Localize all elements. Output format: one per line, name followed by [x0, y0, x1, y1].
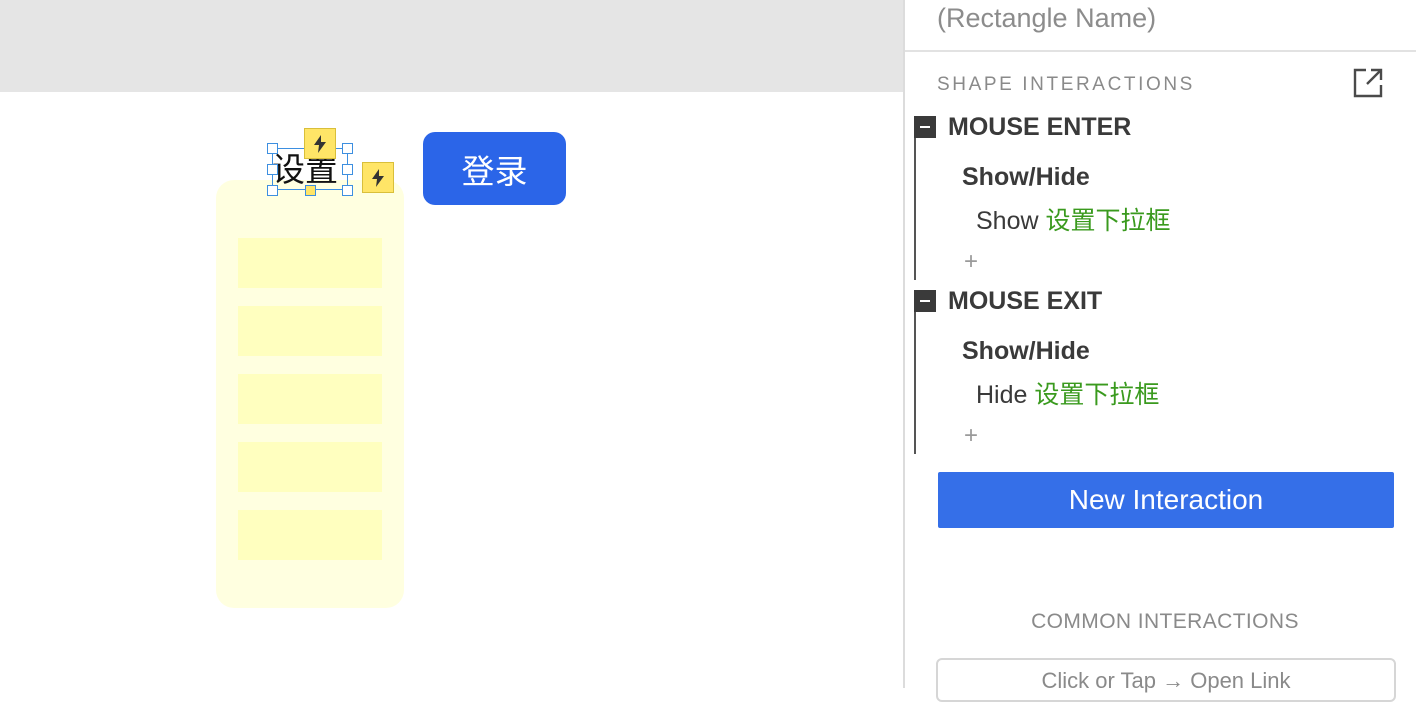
design-canvas[interactable]: 设置 登录 — [0, 0, 903, 688]
resize-handle-s[interactable] — [305, 185, 316, 196]
resize-handle-ne[interactable] — [342, 143, 353, 154]
dropdown-item[interactable] — [238, 374, 382, 424]
action-detail[interactable]: Hide 设置下拉框 — [976, 380, 1159, 410]
shape-name-field[interactable]: (Rectangle Name) — [937, 0, 1156, 36]
dropdown-item[interactable] — [238, 306, 382, 356]
resize-handle-nw[interactable] — [267, 143, 278, 154]
common-interactions-title: COMMON INTERACTIONS — [1031, 610, 1299, 633]
interaction-badge[interactable] — [362, 162, 394, 193]
event-rail — [914, 116, 916, 280]
event-rail — [914, 290, 916, 454]
dropdown-item[interactable] — [238, 442, 382, 492]
interaction-badge[interactable] — [304, 128, 336, 159]
login-button[interactable]: 登录 — [423, 132, 566, 205]
dropdown-item[interactable] — [238, 510, 382, 560]
canvas-top-band — [0, 0, 903, 92]
lightning-icon — [372, 168, 384, 187]
lightning-icon — [314, 134, 326, 153]
collapse-icon[interactable] — [914, 116, 936, 138]
resize-handle-w[interactable] — [267, 164, 278, 175]
resize-handle-sw[interactable] — [267, 185, 278, 196]
action-verb: Show — [976, 207, 1039, 235]
action-detail[interactable]: Show 设置下拉框 — [976, 206, 1171, 236]
resize-handle-e[interactable] — [342, 164, 353, 175]
event-title-mouse-exit[interactable]: MOUSE EXIT — [948, 286, 1102, 316]
new-interaction-button[interactable]: New Interaction — [938, 472, 1394, 528]
action-title[interactable]: Show/Hide — [962, 162, 1090, 192]
divider — [905, 50, 1416, 52]
action-target[interactable]: 设置下拉框 — [1034, 380, 1159, 409]
dropdown-item[interactable] — [238, 238, 382, 288]
collapse-icon[interactable] — [914, 290, 936, 312]
resize-handle-se[interactable] — [342, 185, 353, 196]
interactions-panel: (Rectangle Name) SHAPE INTERACTIONS MOUS… — [903, 0, 1416, 702]
action-target[interactable]: 设置下拉框 — [1046, 206, 1171, 235]
action-title[interactable]: Show/Hide — [962, 336, 1090, 366]
event-title-mouse-enter[interactable]: MOUSE ENTER — [948, 112, 1131, 142]
common-interaction-item[interactable]: Click or Tap → Open Link — [936, 658, 1396, 702]
action-verb: Hide — [976, 381, 1028, 409]
add-action-plus-icon[interactable]: + — [964, 250, 978, 274]
popout-icon[interactable] — [1352, 67, 1384, 99]
add-action-plus-icon[interactable]: + — [964, 424, 978, 448]
section-title: SHAPE INTERACTIONS — [937, 74, 1195, 95]
